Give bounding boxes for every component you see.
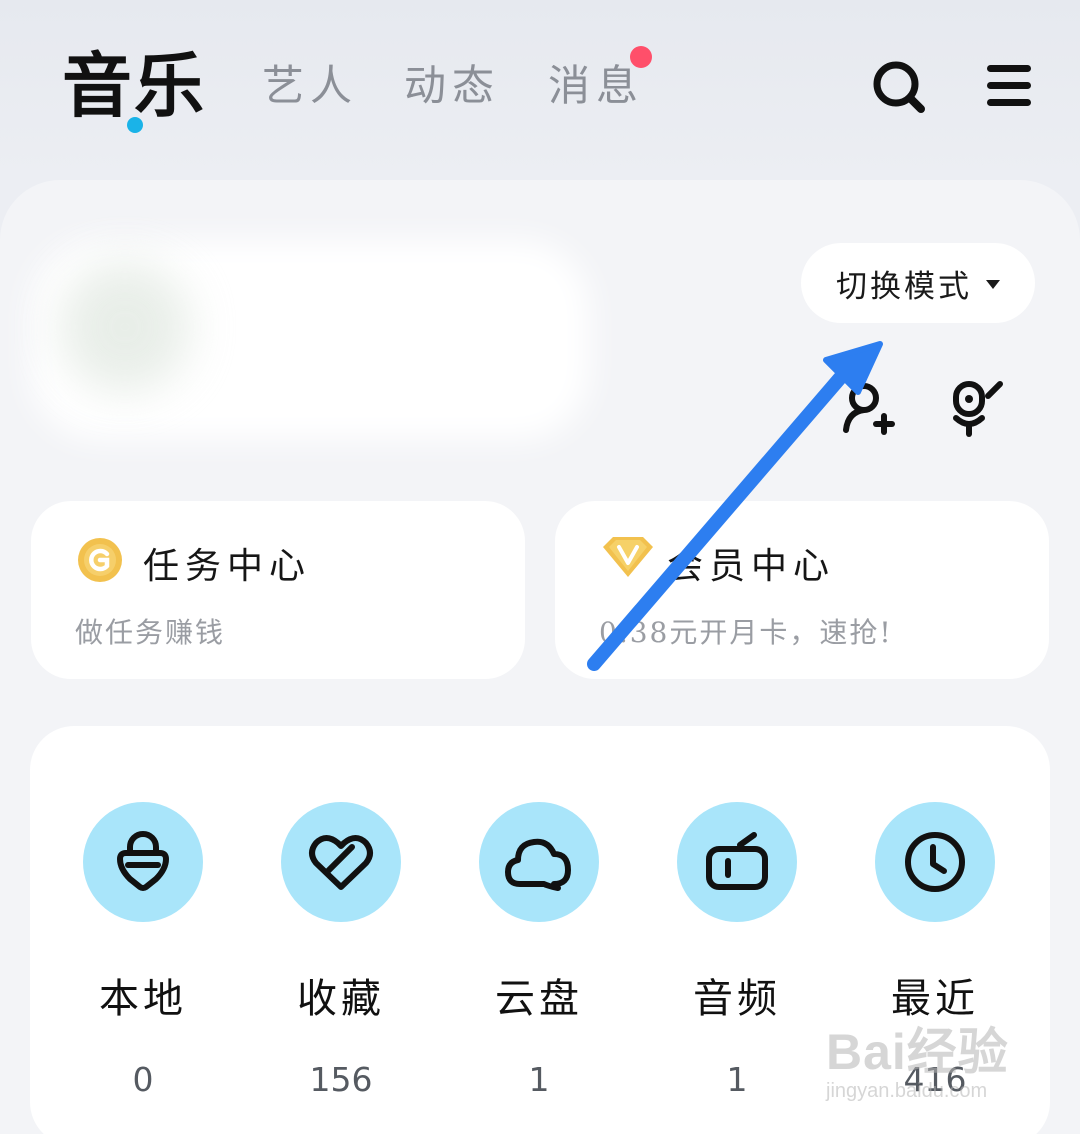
- watermark: Bai经验 jingyan.baidu.com: [826, 1012, 1009, 1103]
- avatar: [60, 262, 190, 392]
- vip-center-title: 会员中心: [667, 546, 836, 587]
- watermark-sub: jingyan.baidu.com: [826, 1080, 988, 1102]
- add-friend-icon[interactable]: [840, 380, 900, 436]
- shortcut-local-circle: [83, 802, 203, 922]
- shortcut-favorites[interactable]: 收藏 156: [241, 802, 441, 1099]
- shortcut-favorites-circle: [281, 802, 401, 922]
- shortcut-audio-count: 1: [726, 1060, 748, 1099]
- cloud-icon: [505, 838, 571, 891]
- shortcut-cloud-label: 云盘: [495, 976, 583, 1022]
- task-center-card[interactable]: 任务中心 做任务赚钱: [31, 501, 525, 679]
- mic-icon[interactable]: [948, 378, 1008, 438]
- switch-mode-button[interactable]: 切换模式: [801, 243, 1035, 323]
- diamond-icon: [603, 537, 653, 577]
- clock-icon: [905, 832, 965, 892]
- menu-icon[interactable]: [984, 62, 1034, 110]
- switch-mode-label: 切换模式: [836, 268, 972, 305]
- active-tab-indicator: [127, 117, 143, 133]
- local-music-icon: [117, 831, 169, 891]
- coin-icon: [78, 538, 122, 582]
- shortcut-local-label: 本地: [99, 976, 187, 1022]
- shortcut-cloud-circle: [479, 802, 599, 922]
- shortcut-local-count: 0: [132, 1060, 154, 1099]
- vip-center-subtitle: 0.38元开月卡，速抢!: [599, 616, 893, 649]
- favorite-icon: [309, 835, 373, 890]
- radio-icon: [706, 832, 768, 890]
- shortcut-audio-circle: [677, 802, 797, 922]
- tab-messages[interactable]: 消息: [548, 52, 644, 113]
- shortcut-favorites-count: 156: [309, 1060, 373, 1099]
- shortcut-audio-label: 音频: [693, 976, 781, 1022]
- shortcut-cloud-count: 1: [528, 1060, 550, 1099]
- caret-down-icon: [986, 280, 1000, 289]
- shortcut-favorites-label: 收藏: [297, 976, 385, 1022]
- message-badge: [630, 46, 652, 68]
- task-center-title: 任务中心: [143, 546, 312, 587]
- shortcut-cloud[interactable]: 云盘 1: [439, 802, 639, 1099]
- shortcut-recent-circle: [875, 802, 995, 922]
- search-icon[interactable]: [868, 56, 928, 116]
- tab-artists[interactable]: 艺人: [262, 52, 358, 113]
- vip-center-card[interactable]: 会员中心 0.38元开月卡，速抢!: [555, 501, 1049, 679]
- watermark-main: Bai经验: [826, 1024, 1009, 1080]
- tab-music[interactable]: 音乐: [62, 30, 206, 131]
- tab-feed[interactable]: 动态: [404, 52, 500, 113]
- shortcut-local[interactable]: 本地 0: [43, 802, 243, 1099]
- shortcut-audio[interactable]: 音频 1: [637, 802, 837, 1099]
- task-center-subtitle: 做任务赚钱: [75, 616, 226, 649]
